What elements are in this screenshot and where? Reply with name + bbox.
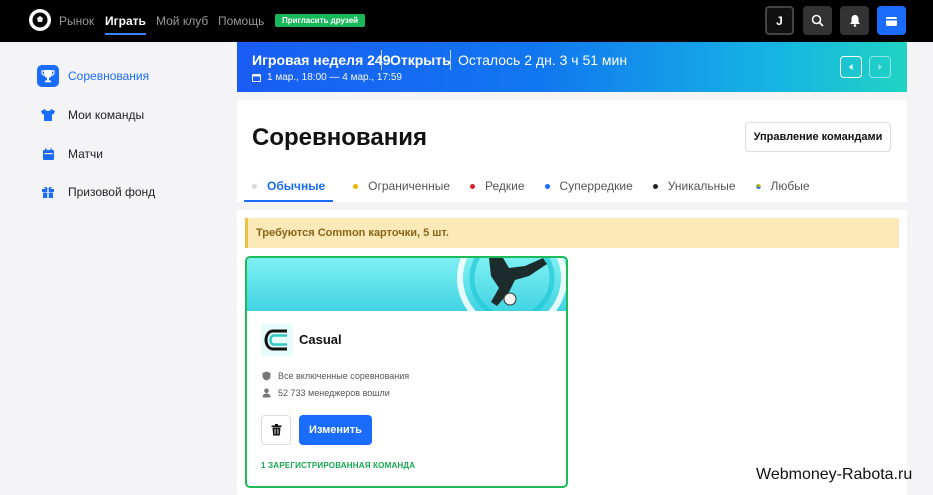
nav-help[interactable]: Помощь xyxy=(218,0,264,42)
meta-text: 52 733 менеджеров вошли xyxy=(278,388,390,398)
next-week-button[interactable] xyxy=(869,56,891,78)
avatar[interactable]: J xyxy=(765,6,794,35)
rarity-dot xyxy=(353,183,359,189)
casual-logo-icon xyxy=(261,324,293,356)
divider xyxy=(450,50,451,70)
game-week-status: Открыть xyxy=(390,52,451,68)
nav-market[interactable]: Рынок xyxy=(59,0,94,42)
rarity-dot xyxy=(652,183,658,189)
tab-label: Редкие xyxy=(485,179,525,193)
edit-button[interactable]: Изменить xyxy=(299,415,372,445)
chevron-right-icon xyxy=(878,64,882,70)
sidebar-item-competitions[interactable]: Соревнования xyxy=(37,65,149,87)
trash-icon xyxy=(271,424,281,436)
game-week-title: Игровая неделя 249 xyxy=(252,52,391,68)
rarity-dot xyxy=(755,183,761,189)
sidebar-item-label: Призовой фонд xyxy=(68,185,156,199)
user-icon xyxy=(261,388,271,398)
tab-super-rare[interactable]: Суперредкие xyxy=(544,172,633,200)
meta-competitions: Все включенные соревнования xyxy=(261,371,409,381)
gift-icon xyxy=(37,181,59,203)
sidebar-item-matches[interactable]: Матчи xyxy=(37,143,103,165)
calendar-icon xyxy=(37,143,59,165)
delete-button[interactable] xyxy=(261,415,291,445)
sidebar-item-prize-pool[interactable]: Призовой фонд xyxy=(37,181,155,203)
shirt-icon xyxy=(37,104,59,126)
tab-label: Суперредкие xyxy=(559,179,633,193)
time-left: Осталось 2 дн. 3 ч 51 мин xyxy=(458,52,628,68)
tab-any[interactable]: Любые xyxy=(755,172,810,200)
shield-icon xyxy=(261,371,271,381)
soccer-ball-icon[interactable] xyxy=(29,9,51,31)
tab-label: Ограниченные xyxy=(368,179,451,193)
sidebar-item-my-teams[interactable]: Мои команды xyxy=(37,104,144,126)
bell-icon[interactable] xyxy=(840,6,869,35)
watermark: Webmoney-Rabota.ru xyxy=(756,466,913,483)
tab-common[interactable]: Обычные xyxy=(244,172,334,202)
invite-friends-button[interactable]: Пригласить друзей xyxy=(275,14,366,27)
tab-rare[interactable]: Редкие xyxy=(470,172,525,200)
meta-text: Все включенные соревнования xyxy=(278,371,410,381)
tab-limited[interactable]: Ограниченные xyxy=(353,172,450,200)
rarity-dot xyxy=(544,183,550,189)
game-week-banner: Игровая неделя 249 Открыть Осталось 2 дн… xyxy=(237,42,907,92)
page-title: Соревнования xyxy=(252,124,427,151)
registered-teams-link[interactable]: 1 ЗАРЕГИСТРИРОВАННАЯ КОМАНДА xyxy=(261,461,415,470)
rarity-tabs: Обычные Ограниченные Редкие Суперредкие … xyxy=(244,172,830,202)
sidebar-item-label: Мои команды xyxy=(68,108,145,122)
competition-name: Casual xyxy=(299,332,342,347)
trophy-icon xyxy=(37,65,59,87)
rarity-dot xyxy=(252,183,257,189)
sidebar-item-label: Матчи xyxy=(68,147,103,161)
chevron-left-icon xyxy=(849,64,853,70)
divider xyxy=(381,50,382,70)
competitions-header: Соревнования Управление командами Обычны… xyxy=(237,100,907,202)
meta-managers: 52 733 менеджеров вошли xyxy=(261,388,390,398)
tab-label: Уникальные xyxy=(667,179,736,193)
search-icon[interactable] xyxy=(803,6,832,35)
warning-banner: Требуются Common карточки, 5 шт. xyxy=(245,218,899,248)
wallet-icon[interactable] xyxy=(877,6,906,35)
tab-unique[interactable]: Уникальные xyxy=(652,172,736,200)
sidebar-item-label: Соревнования xyxy=(68,69,150,83)
tab-label: Обычные xyxy=(267,179,326,193)
nav-my-club[interactable]: Мой клуб xyxy=(156,0,208,42)
dates-text: 1 мар., 18:00 — 4 мар., 17:59 xyxy=(267,72,402,83)
rarity-dot xyxy=(470,183,476,189)
prev-week-button[interactable] xyxy=(840,56,862,78)
manage-teams-button[interactable]: Управление командами xyxy=(745,122,891,152)
competition-card[interactable]: Casual Все включенные соревнования 52 73… xyxy=(245,256,568,488)
tab-label: Любые xyxy=(770,179,810,193)
nav-play[interactable]: Играть xyxy=(105,0,146,42)
card-hero-image xyxy=(247,258,566,311)
calendar-icon xyxy=(252,74,261,82)
top-bar: Рынок Играть Мой клуб Помощь Пригласить … xyxy=(0,0,933,42)
game-week-dates: 1 мар., 18:00 — 4 мар., 17:59 xyxy=(252,72,402,83)
